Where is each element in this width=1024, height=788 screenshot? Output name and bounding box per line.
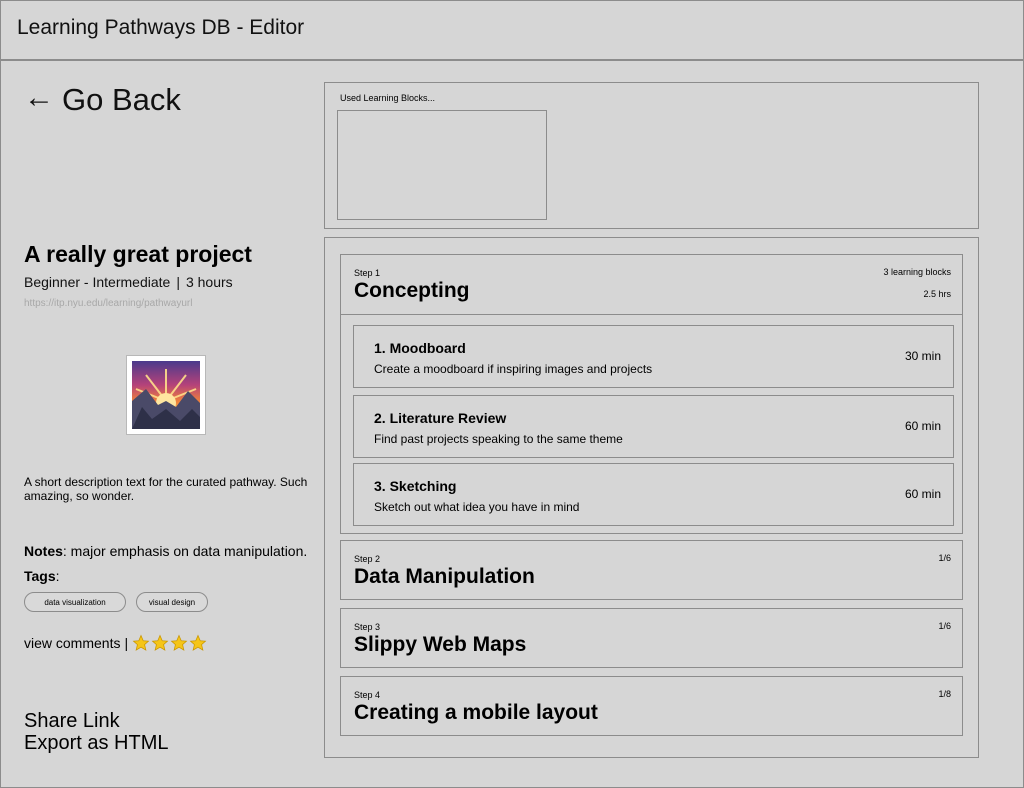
back-arrow-icon: ← [24, 81, 54, 114]
step-name: Slippy Web Maps [354, 633, 527, 656]
step-header[interactable]: Step 1 Concepting 3 learning blocks 2.5 … [341, 255, 962, 315]
learning-block[interactable]: 3. Sketching Sketch out what idea you ha… [353, 463, 954, 526]
block-description: Sketch out what idea you have in mind [374, 500, 580, 514]
tags-label: Tags [24, 568, 56, 584]
tag-list: data visualization visual design [24, 592, 208, 612]
go-back-label: Go Back [62, 82, 181, 117]
project-title: A really great project [24, 241, 252, 267]
project-level: Beginner - Intermediate [24, 274, 171, 290]
step-name: Creating a mobile layout [354, 701, 598, 724]
step-name: Data Manipulation [354, 565, 535, 588]
step-card[interactable]: Step 3 Slippy Web Maps 1/6 [340, 608, 963, 668]
window-title: Learning Pathways DB - Editor [17, 16, 305, 39]
step-number: Step 1 [354, 268, 381, 278]
view-comments-link[interactable]: view comments [24, 635, 120, 651]
project-url[interactable]: https://itp.nyu.edu/learning/pathwayurl [24, 298, 192, 309]
project-thumbnail [126, 355, 206, 435]
step-progress: 1/6 [938, 553, 951, 563]
star-icon [170, 634, 188, 651]
project-duration: 3 hours [185, 274, 233, 290]
comments-separator: | [124, 635, 129, 651]
go-back-button[interactable]: ← Go Back [24, 82, 181, 118]
tag-visual-design[interactable]: visual design [136, 592, 208, 612]
star-icon [189, 634, 207, 651]
step-card[interactable]: Step 2 Data Manipulation 1/6 [340, 540, 963, 600]
step-number: Step 4 [354, 690, 381, 700]
block-description: Create a moodboard if inspiring images a… [374, 362, 653, 376]
block-title: 1. Moodboard [374, 340, 466, 356]
comments-row: view comments | [24, 634, 207, 652]
project-description: A short description text for the curated… [24, 475, 308, 503]
used-learning-blocks-panel: Used Learning Blocks... [324, 82, 979, 229]
tags-colon: : [55, 568, 60, 584]
block-title: 2. Literature Review [374, 410, 507, 426]
learning-block-slot[interactable] [337, 110, 547, 220]
notes-label: Notes [24, 543, 63, 559]
star-icon [132, 634, 150, 651]
title-bar: Learning Pathways DB - Editor [0, 0, 1024, 61]
step-block-count: 3 learning blocks [883, 267, 951, 277]
notes-text: : major emphasis on data manipulation. [62, 543, 308, 559]
step-progress: 1/6 [938, 621, 951, 631]
sunrise-over-mountains-icon [132, 361, 200, 429]
block-duration: 60 min [904, 419, 941, 433]
steps-panel: Step 1 Concepting 3 learning blocks 2.5 … [324, 237, 979, 758]
used-blocks-label: Used Learning Blocks... [340, 93, 436, 103]
learning-block[interactable]: 1. Moodboard Create a moodboard if inspi… [353, 325, 954, 388]
step-card[interactable]: Step 4 Creating a mobile layout 1/8 [340, 676, 963, 736]
step-name: Concepting [354, 279, 470, 302]
block-duration: 60 min [904, 487, 941, 501]
step-number: Step 3 [354, 622, 381, 632]
block-title: 3. Sketching [374, 478, 457, 494]
tags-heading: Tags: [24, 568, 60, 584]
tag-data-visualization[interactable]: data visualization [24, 592, 126, 612]
meta-separator: | [176, 274, 180, 290]
project-notes: Notes: major emphasis on data manipulati… [24, 543, 307, 559]
star-icon [151, 634, 169, 651]
learning-block[interactable]: 2. Literature Review Find past projects … [353, 395, 954, 458]
step-progress: 1/8 [938, 689, 951, 699]
step-card: Step 1 Concepting 3 learning blocks 2.5 … [340, 254, 963, 534]
step-number: Step 2 [354, 554, 381, 564]
block-description: Find past projects speaking to the same … [374, 432, 623, 446]
step-hours: 2.5 hrs [923, 289, 951, 299]
block-duration: 30 min [904, 349, 941, 363]
project-meta: Beginner - Intermediate | 3 hours [24, 274, 233, 290]
share-link-button[interactable]: Share Link [24, 710, 120, 733]
export-html-button[interactable]: Export as HTML [24, 732, 168, 755]
star-rating [132, 634, 207, 652]
